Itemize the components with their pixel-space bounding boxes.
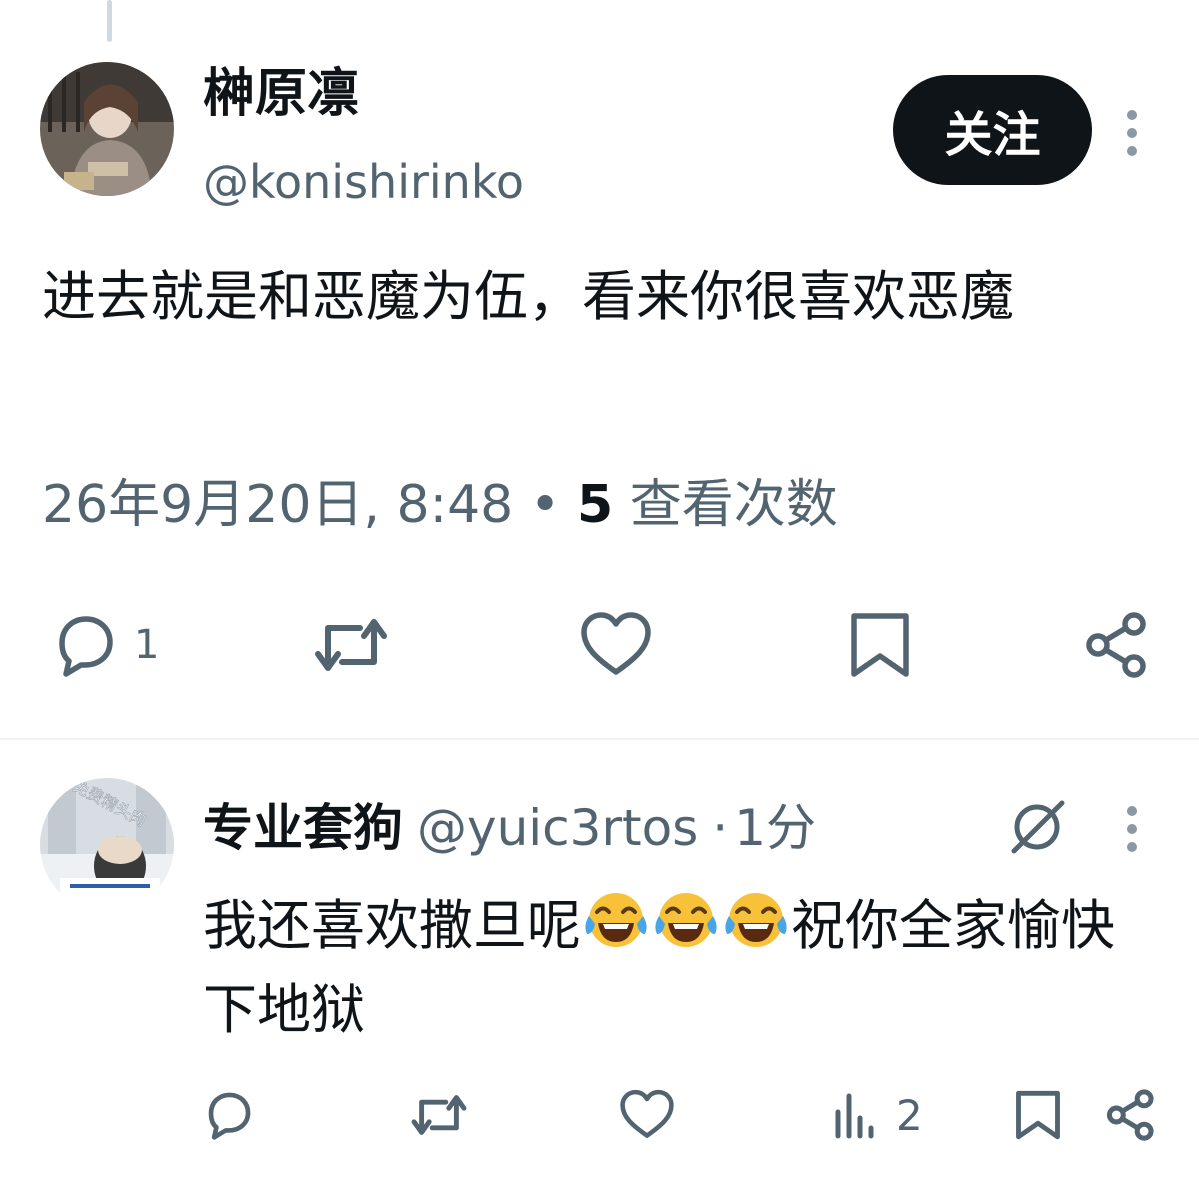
reply-views-button[interactable]: 2 (832, 1088, 923, 1142)
author-handle[interactable]: @konishirinko (203, 152, 524, 212)
retweet-icon (315, 619, 387, 671)
reply-text-start: 我还喜欢撒旦呢 (203, 894, 581, 957)
grok-button[interactable] (1006, 795, 1068, 857)
author-avatar[interactable] (40, 62, 174, 196)
follow-button[interactable]: 关注 (893, 75, 1092, 185)
reply-header: 专业套狗 @yuic3rtos · 1分 (203, 795, 816, 861)
views-icon (835, 1093, 874, 1139)
reply-button[interactable]: 1 (48, 610, 159, 680)
share-icon (1106, 1089, 1154, 1141)
post-meta: 26年9月20日, 8:48 • 5 查看次数 (42, 470, 838, 540)
reply-retweet-button[interactable] (408, 1088, 470, 1142)
reply-reply-button[interactable] (200, 1088, 256, 1142)
author-name[interactable]: 榊原凛 (203, 62, 359, 126)
like-button[interactable] (578, 610, 654, 680)
retweet-button[interactable] (310, 610, 392, 680)
reply-divider (0, 738, 1199, 740)
reply-count: 1 (134, 622, 160, 668)
reply-more-icon[interactable] (1122, 806, 1142, 852)
reply-like-button[interactable] (618, 1088, 676, 1142)
like-icon (620, 1089, 674, 1138)
grok-icon (1011, 800, 1065, 854)
tears-of-joy-emoji-icon (721, 890, 791, 972)
more-icon[interactable] (1122, 110, 1142, 156)
share-button[interactable] (1082, 610, 1152, 680)
thread-connector-line (107, 0, 112, 42)
reply-icon (59, 616, 113, 677)
post-timestamp[interactable]: 26年9月20日, 8:48 (42, 475, 530, 535)
reply-text: 我还喜欢撒旦呢 祝你全家愉快下地狱 (203, 888, 1163, 1048)
post-text: 进去就是和恶魔为伍，看来你很喜欢恶魔 (42, 265, 1014, 328)
reply-author-avatar[interactable]: 免费精头肉 (40, 778, 174, 912)
reply-author-handle[interactable]: @yuic3rtos (417, 799, 698, 857)
bookmark-icon (1016, 1090, 1060, 1140)
tears-of-joy-emoji-icon (651, 890, 721, 972)
bookmark-button[interactable] (848, 610, 912, 680)
reply-time[interactable]: 1分 (734, 799, 816, 857)
like-icon (581, 612, 651, 675)
reply-views-count: 2 (896, 1090, 923, 1140)
meta-separator: • (529, 475, 577, 535)
reply-separator: · (712, 799, 729, 857)
reply-share-button[interactable] (1104, 1088, 1158, 1142)
reply-bookmark-button[interactable] (1014, 1088, 1062, 1142)
bookmark-icon (851, 613, 909, 677)
views-count: 5 (576, 475, 614, 535)
views-label[interactable]: 查看次数 (613, 475, 838, 535)
retweet-icon (411, 1095, 467, 1135)
share-icon (1086, 612, 1146, 678)
reply-icon (208, 1092, 251, 1140)
reply-author-name[interactable]: 专业套狗 (203, 799, 403, 857)
tears-of-joy-emoji-icon (581, 890, 651, 972)
